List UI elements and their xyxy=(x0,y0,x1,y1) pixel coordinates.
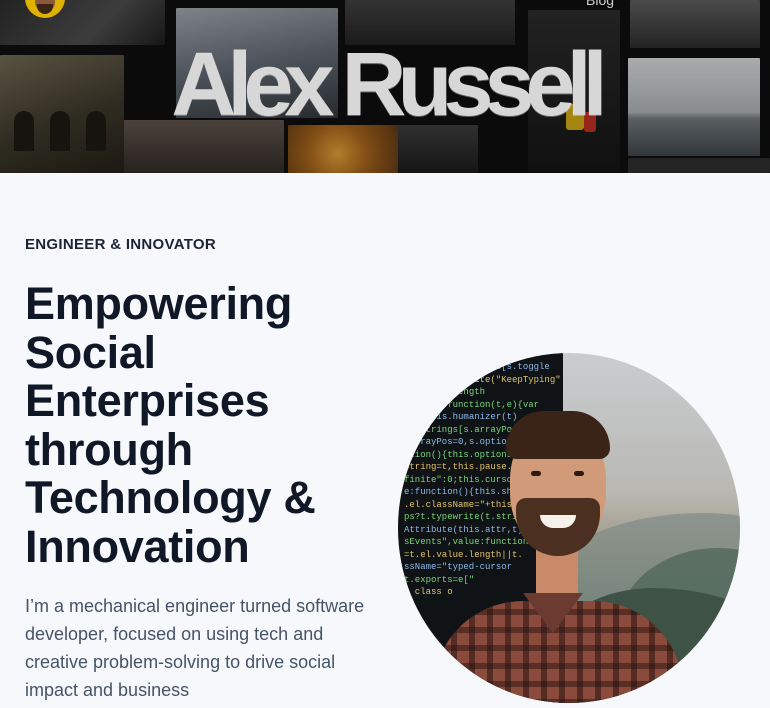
bio-paragraph: I’m a mechanical engineer turned softwar… xyxy=(25,596,365,700)
headline-line: Technology & xyxy=(25,472,316,523)
profile-portrait: }),t.strings[s.toggle s.typewrite("KeepT… xyxy=(398,353,740,703)
headline-line: Empowering xyxy=(25,278,293,329)
headline-line: Social xyxy=(25,326,156,378)
site-title: Alex Russell xyxy=(171,35,607,135)
eyebrow-label: ENGINEER & INNOVATOR xyxy=(25,236,217,253)
hero-banner: Blog Alex Russell xyxy=(0,0,770,173)
portrait-eye xyxy=(531,471,541,476)
nav-link-blog[interactable]: Blog xyxy=(586,0,614,8)
headline-line: Innovation xyxy=(25,520,250,572)
page-headline: Empowering Social Enterprises through Te… xyxy=(25,278,385,572)
portrait-eye xyxy=(574,471,584,476)
headline-line: Enterprises xyxy=(25,375,270,426)
headline-line: through xyxy=(25,423,193,475)
portrait-hair xyxy=(506,411,610,459)
